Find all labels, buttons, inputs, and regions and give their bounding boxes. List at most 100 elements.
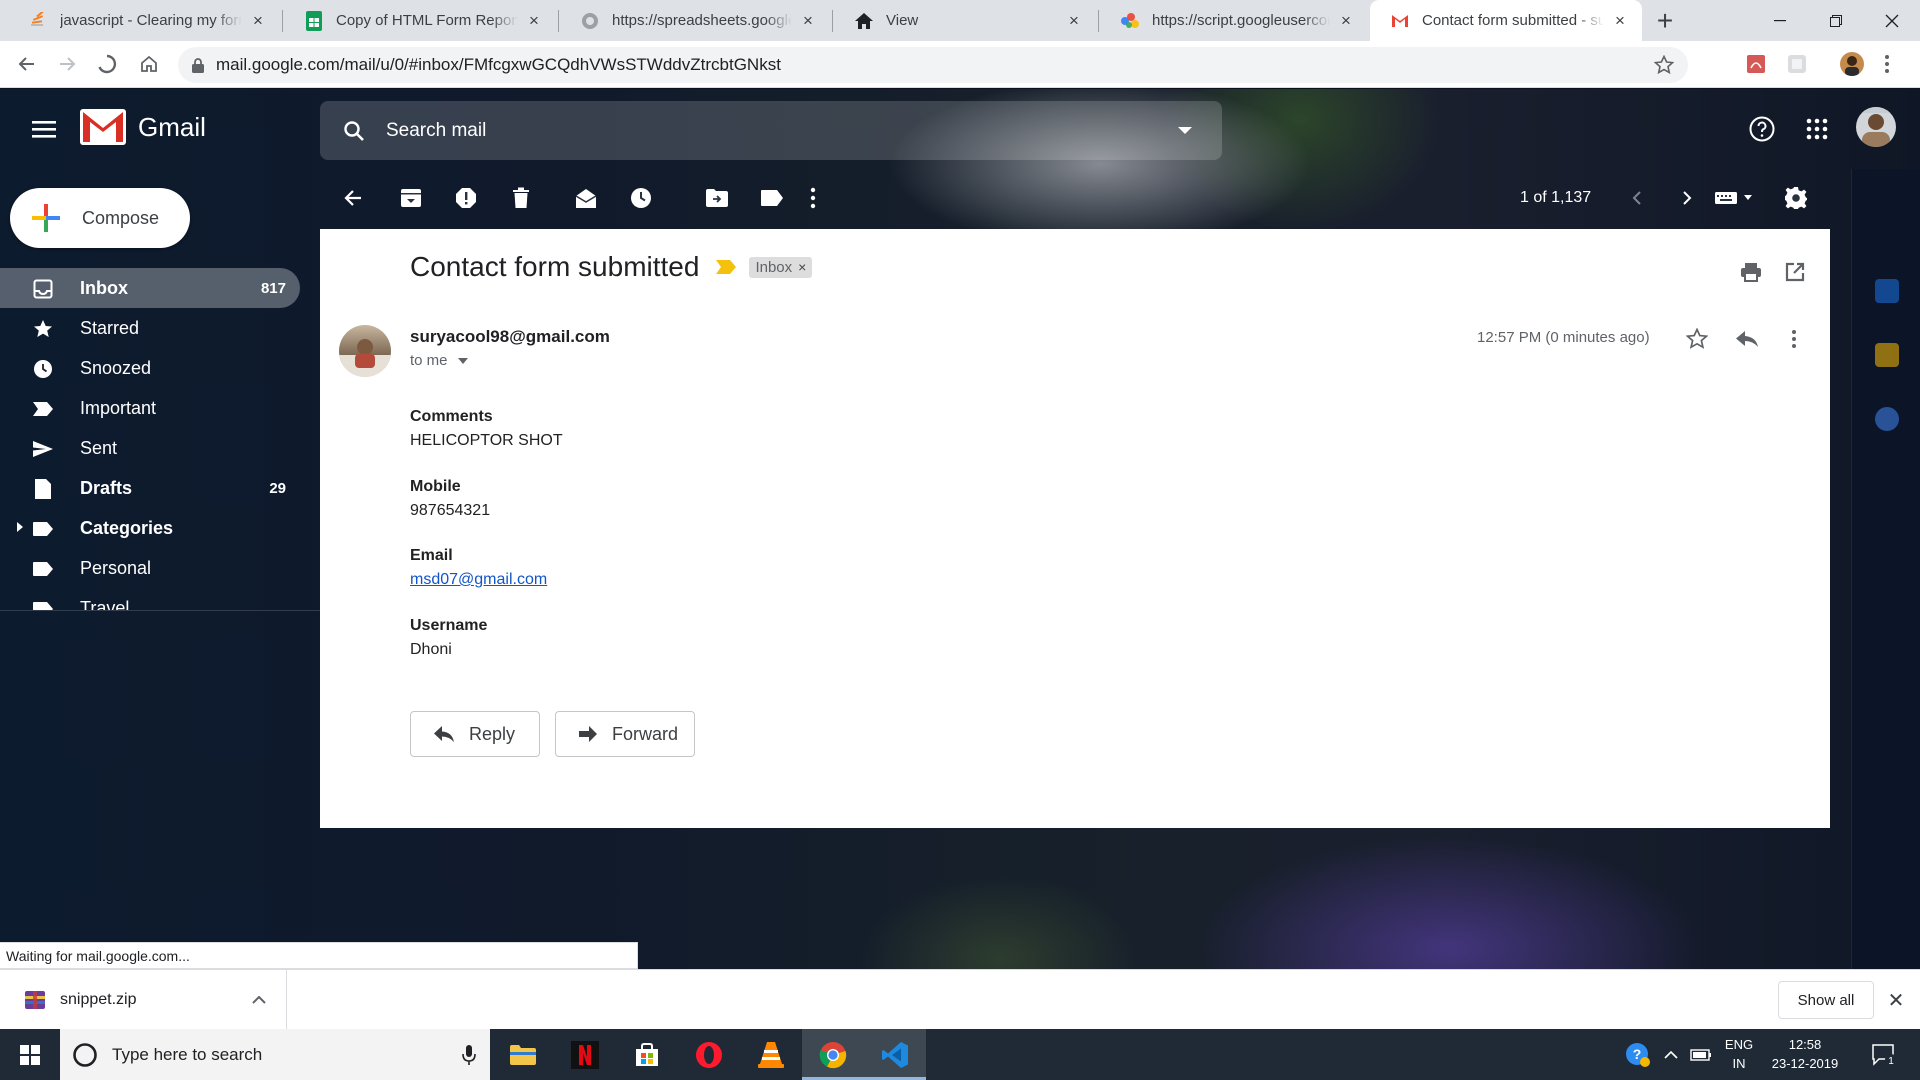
chevron-up-icon[interactable] bbox=[252, 996, 266, 1004]
system-clock[interactable]: 12:58 23-12-2019 bbox=[1762, 1035, 1848, 1073]
taskbar-search-input[interactable]: Type here to search bbox=[112, 1045, 462, 1065]
browser-tab-4[interactable]: View × bbox=[834, 0, 1096, 41]
help-icon[interactable] bbox=[1746, 113, 1778, 145]
close-icon[interactable]: × bbox=[524, 11, 544, 31]
restore-window-icon[interactable] bbox=[1808, 0, 1864, 41]
nav-item-categories[interactable]: Categories bbox=[0, 508, 300, 548]
home-icon[interactable] bbox=[134, 49, 164, 79]
message-more-options-icon[interactable] bbox=[1781, 326, 1807, 352]
star-message-icon[interactable] bbox=[1684, 326, 1710, 352]
newer-chevron-icon[interactable] bbox=[1622, 183, 1652, 213]
browser-tab-1[interactable]: javascript - Clearing my form × bbox=[8, 0, 280, 41]
vscode-icon[interactable] bbox=[864, 1029, 926, 1080]
microphone-icon[interactable] bbox=[462, 1044, 476, 1066]
forward-arrow-icon[interactable] bbox=[52, 49, 82, 79]
back-to-inbox-icon[interactable] bbox=[338, 183, 368, 213]
calendar-icon[interactable] bbox=[1875, 279, 1899, 303]
input-language[interactable]: ENG IN bbox=[1716, 1035, 1762, 1073]
delete-icon[interactable] bbox=[506, 183, 536, 213]
reply-button[interactable]: Reply bbox=[410, 711, 540, 757]
microsoft-store-icon[interactable] bbox=[616, 1029, 678, 1080]
report-spam-icon[interactable] bbox=[451, 183, 481, 213]
windows-start-icon[interactable] bbox=[0, 1029, 60, 1080]
taskbar-search-box[interactable]: Type here to search bbox=[60, 1029, 490, 1080]
archive-icon[interactable] bbox=[396, 183, 426, 213]
search-mail-box[interactable]: Search mail bbox=[320, 101, 1222, 160]
input-tools-icon[interactable] bbox=[1710, 183, 1758, 213]
download-item[interactable]: snippet.zip bbox=[0, 970, 287, 1030]
close-icon[interactable]: × bbox=[798, 11, 818, 31]
browser-tab-3[interactable]: https://spreadsheets.google. × bbox=[560, 0, 830, 41]
vlc-icon[interactable] bbox=[740, 1029, 802, 1080]
address-bar[interactable]: mail.google.com/mail/u/0/#inbox/FMfcgxwG… bbox=[178, 47, 1688, 83]
open-in-new-window-icon[interactable] bbox=[1782, 259, 1808, 285]
close-window-icon[interactable] bbox=[1864, 0, 1920, 41]
search-input[interactable]: Search mail bbox=[386, 120, 1178, 142]
expand-caret-icon[interactable] bbox=[16, 521, 24, 533]
main-menu-icon[interactable] bbox=[28, 113, 60, 145]
tasks-icon[interactable] bbox=[1875, 407, 1899, 431]
back-arrow-icon[interactable] bbox=[12, 49, 42, 79]
chrome-icon[interactable] bbox=[802, 1029, 864, 1080]
remove-label-icon[interactable]: × bbox=[798, 259, 806, 275]
action-center-icon[interactable]: 1 bbox=[1862, 1029, 1906, 1080]
browser-tab-2[interactable]: Copy of HTML Form Reponse × bbox=[284, 0, 556, 41]
recipient-details[interactable]: to me bbox=[410, 352, 468, 369]
gmail-logo[interactable]: Gmail bbox=[80, 109, 206, 145]
netflix-icon[interactable] bbox=[554, 1029, 616, 1080]
nav-item-travel[interactable]: Travel bbox=[0, 588, 300, 611]
show-details-icon[interactable] bbox=[457, 357, 468, 364]
more-options-icon[interactable] bbox=[798, 183, 828, 213]
email-link[interactable]: msd07@gmail.com bbox=[410, 571, 547, 589]
inbox-label-chip[interactable]: Inbox × bbox=[749, 256, 813, 278]
keep-icon[interactable] bbox=[1875, 343, 1899, 367]
new-tab-button[interactable]: + bbox=[1650, 5, 1680, 36]
browser-tab-6-active[interactable]: Contact form submitted - sur × bbox=[1370, 0, 1642, 41]
nav-item-drafts[interactable]: Drafts 29 bbox=[0, 468, 300, 508]
sender-email[interactable]: suryacool98@gmail.com bbox=[410, 327, 610, 347]
older-chevron-icon[interactable] bbox=[1672, 183, 1702, 213]
nav-item-starred[interactable]: Starred bbox=[0, 308, 300, 348]
sender-avatar[interactable] bbox=[339, 325, 391, 377]
search-icon[interactable] bbox=[342, 119, 366, 143]
extension-icon[interactable] bbox=[1785, 52, 1809, 76]
nav-label: Travel bbox=[80, 597, 130, 611]
nav-item-snoozed[interactable]: Snoozed bbox=[0, 348, 300, 388]
settings-gear-icon[interactable] bbox=[1781, 183, 1811, 213]
nav-item-personal[interactable]: Personal bbox=[0, 548, 300, 588]
browser-menu-icon[interactable] bbox=[1878, 52, 1896, 76]
file-explorer-icon[interactable] bbox=[492, 1029, 554, 1080]
pdf-extension-icon[interactable] bbox=[1744, 52, 1768, 76]
search-options-icon[interactable] bbox=[1178, 126, 1192, 135]
profile-avatar[interactable] bbox=[1840, 52, 1864, 76]
show-all-downloads-button[interactable]: Show all bbox=[1778, 981, 1874, 1019]
compose-button[interactable]: Compose bbox=[10, 188, 190, 248]
close-shelf-icon[interactable]: ✕ bbox=[1884, 988, 1908, 1012]
google-apps-icon[interactable] bbox=[1801, 113, 1833, 145]
minimize-window-icon[interactable] bbox=[1752, 0, 1808, 41]
stop-loading-icon[interactable] bbox=[92, 49, 122, 79]
reply-icon[interactable] bbox=[1734, 326, 1760, 352]
nav-item-inbox[interactable]: Inbox 817 bbox=[0, 268, 300, 308]
close-icon[interactable]: × bbox=[1610, 11, 1630, 31]
close-icon[interactable]: × bbox=[1064, 11, 1084, 31]
show-hidden-icons-chevron-icon[interactable] bbox=[1656, 1029, 1686, 1080]
snooze-icon[interactable] bbox=[626, 183, 656, 213]
move-to-icon[interactable] bbox=[702, 183, 732, 213]
bookmark-star-icon[interactable] bbox=[1654, 55, 1674, 75]
battery-icon[interactable] bbox=[1686, 1029, 1716, 1080]
labels-icon[interactable] bbox=[757, 183, 787, 213]
cortana-icon[interactable] bbox=[72, 1042, 98, 1068]
close-icon[interactable]: × bbox=[1336, 11, 1356, 31]
help-tray-icon[interactable]: ? bbox=[1620, 1029, 1656, 1080]
nav-item-important[interactable]: Important bbox=[0, 388, 300, 428]
account-avatar[interactable] bbox=[1856, 107, 1896, 147]
print-icon[interactable] bbox=[1738, 259, 1764, 285]
browser-tab-5[interactable]: https://script.googleusercont × bbox=[1100, 0, 1368, 41]
important-marker-icon[interactable] bbox=[715, 259, 737, 275]
mark-unread-icon[interactable] bbox=[571, 183, 601, 213]
close-icon[interactable]: × bbox=[248, 11, 268, 31]
forward-button[interactable]: Forward bbox=[555, 711, 695, 757]
nav-item-sent[interactable]: Sent bbox=[0, 428, 300, 468]
opera-icon[interactable] bbox=[678, 1029, 740, 1080]
